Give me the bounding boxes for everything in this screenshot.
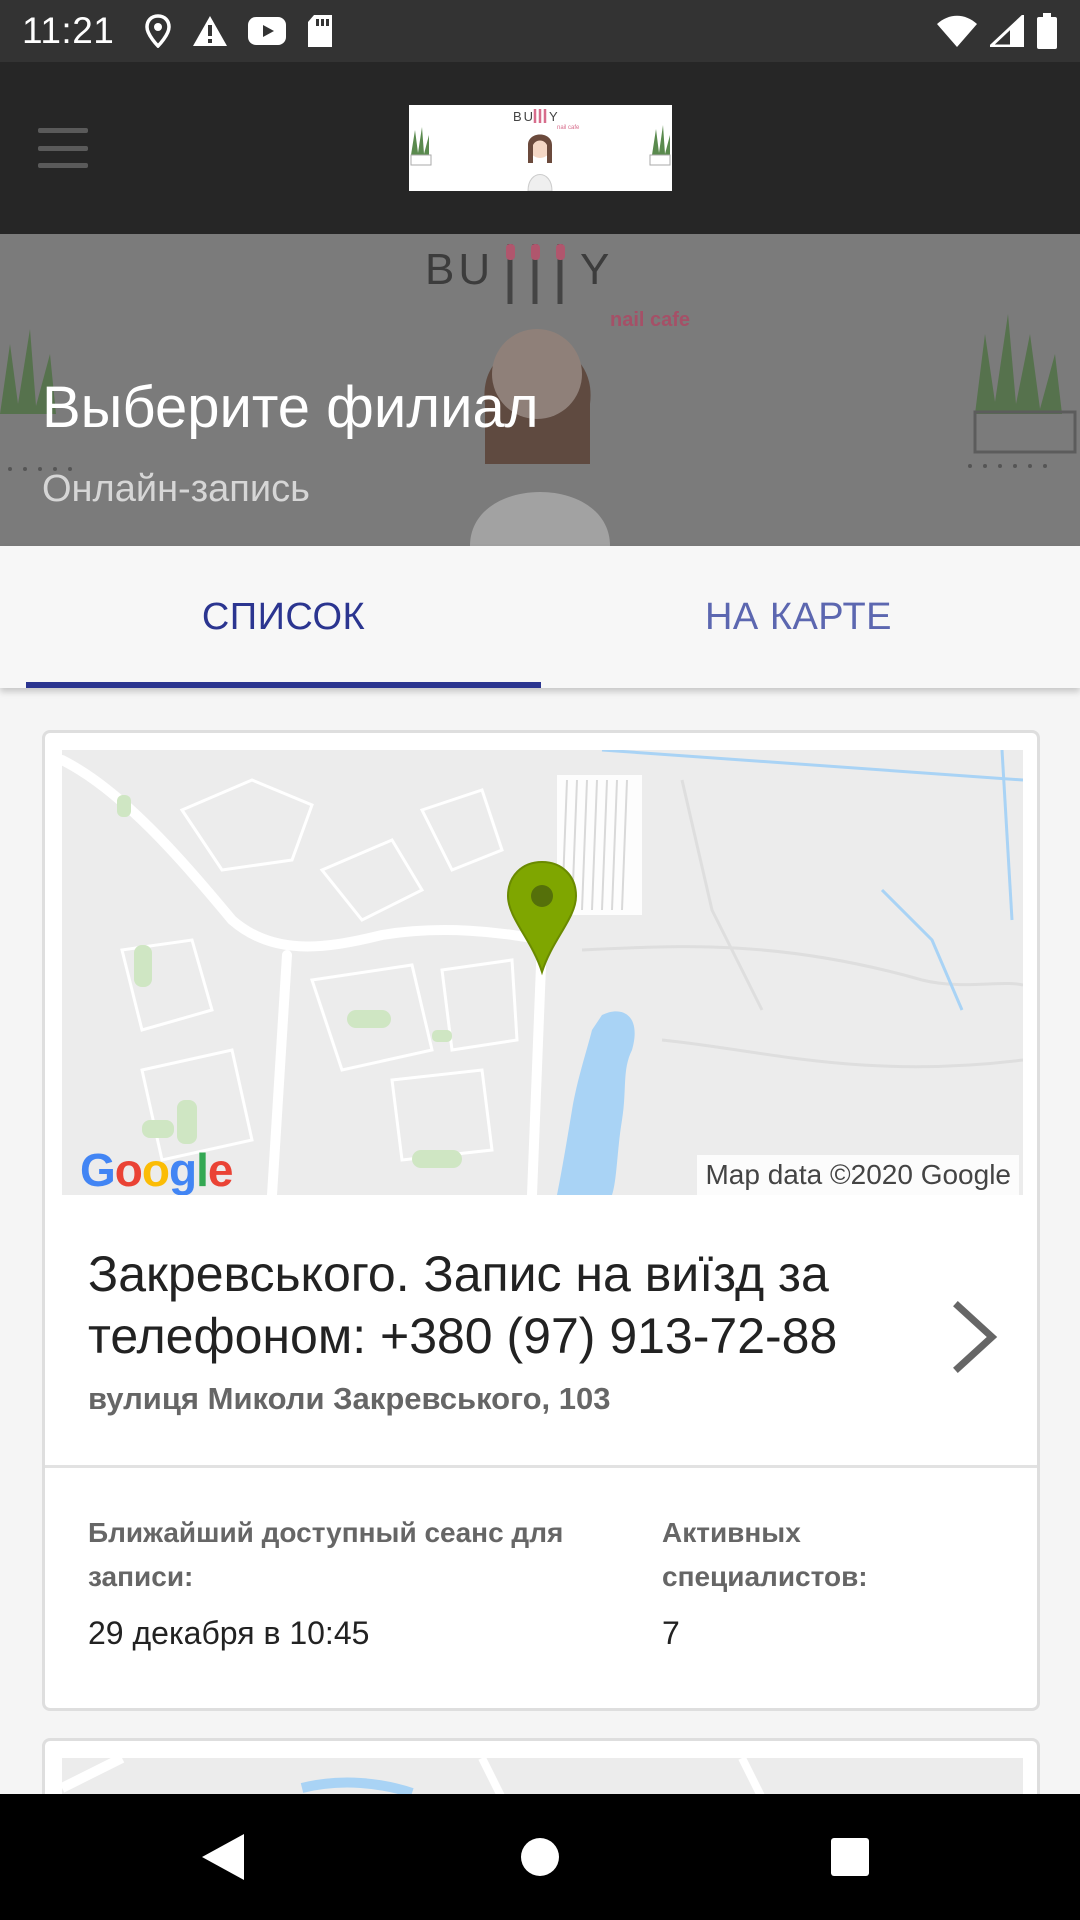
signal-icon — [990, 15, 1024, 47]
screen: 11:21 BU Y nail cafe BU Y nail cafe Выбе… — [0, 0, 1080, 1920]
branch-header: BU Y nail cafe Выберите филиал Онлайн-за… — [0, 234, 1080, 546]
status-time: 11:21 — [22, 10, 115, 51]
sd-card-icon — [308, 15, 333, 47]
branch-name: Закревського. Запис на виїзд за телефоно… — [88, 1246, 838, 1364]
toolbar: BU Y nail cafe — [0, 62, 1080, 234]
google-logo: Google — [80, 1144, 233, 1195]
nearest-session-value: 29 декабря в 10:45 — [88, 1615, 370, 1651]
location-icon — [145, 14, 172, 48]
tab-map[interactable]: НА КАРТЕ — [541, 546, 1056, 688]
system-nav-bar — [0, 1794, 1080, 1920]
status-bar: 11:21 — [0, 0, 1080, 62]
map-credit: Map data ©2020 Google — [697, 1155, 1019, 1195]
back-triangle-icon[interactable] — [200, 1832, 246, 1882]
svg-text:nail cafe: nail cafe — [610, 309, 690, 331]
svg-text:nail cafe: nail cafe — [557, 125, 580, 131]
chevron-right-icon[interactable] — [950, 1300, 1000, 1374]
svg-text:Y: Y — [580, 245, 609, 294]
wifi-icon — [937, 15, 977, 47]
recents-square-icon[interactable] — [830, 1837, 870, 1877]
youtube-icon — [248, 17, 287, 45]
map-tiles — [62, 750, 1023, 1195]
branch-map-preview[interactable]: Google Map data ©2020 Google — [62, 750, 1023, 1195]
page-subtitle: Онлайн-запись — [42, 468, 310, 510]
hamburger-menu-icon[interactable] — [30, 122, 96, 174]
status-icons-right — [936, 13, 1058, 49]
tab-list[interactable]: СПИСОК — [26, 546, 541, 688]
active-specialists-label: Активных специалистов: — [662, 1517, 868, 1592]
nearest-session-label: Ближайший доступный сеанс для записи: — [88, 1517, 564, 1592]
page-title: Выберите филиал — [42, 375, 539, 440]
svg-text:BU: BU — [513, 109, 535, 124]
svg-text:BU: BU — [425, 245, 494, 294]
warning-icon — [193, 16, 228, 46]
brand-logo: BU Y nail cafe — [409, 105, 672, 191]
card-divider — [45, 1465, 1037, 1468]
active-specialists-value: 7 — [662, 1615, 680, 1651]
branch-card[interactable]: Google Map data ©2020 Google Закревськог… — [42, 730, 1040, 1711]
tab-indicator — [26, 682, 541, 688]
home-circle-icon[interactable] — [520, 1837, 560, 1877]
svg-text:Y: Y — [549, 109, 558, 124]
branch-address: вулиця Миколи Закревського, 103 — [88, 1381, 611, 1416]
view-tabs: СПИСОК НА КАРТЕ — [0, 546, 1080, 688]
battery-icon — [1037, 13, 1057, 49]
status-icons-left — [144, 14, 334, 48]
